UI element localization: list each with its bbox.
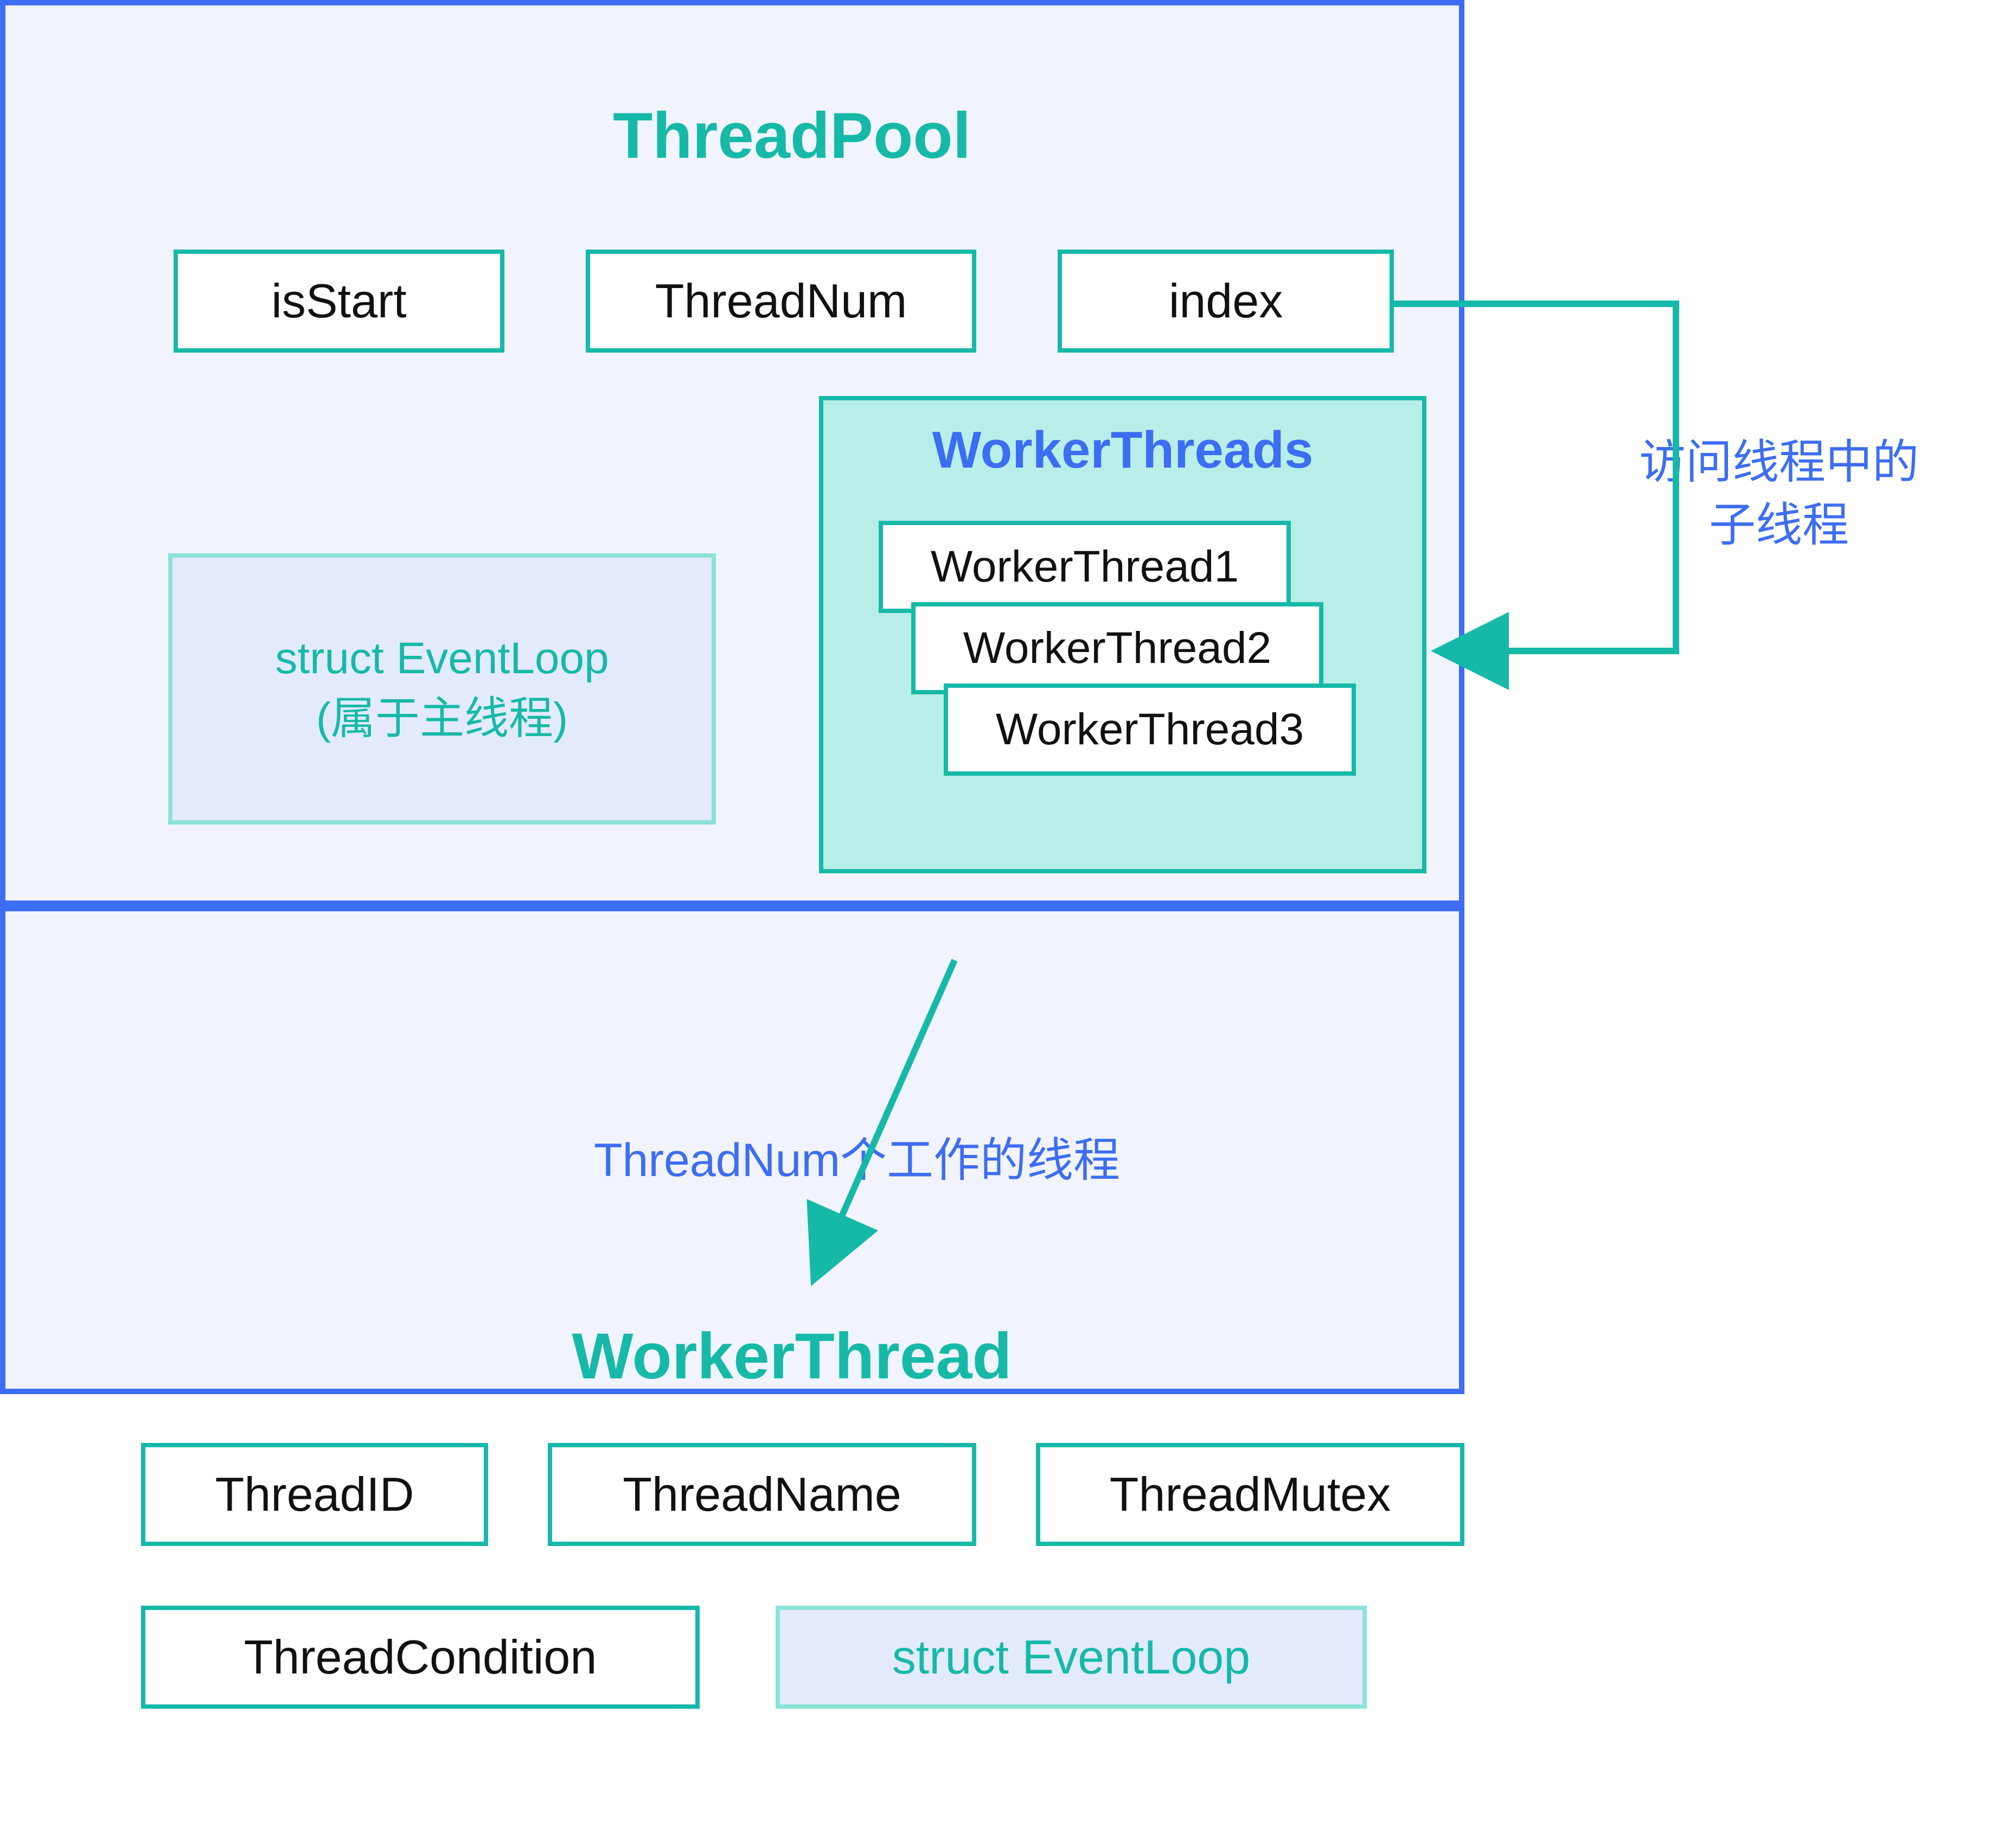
workerthreads-title: WorkerThreads	[819, 418, 1426, 483]
field-threadname: ThreadName	[548, 1443, 976, 1546]
field-threadid: ThreadID	[141, 1443, 488, 1546]
eventloop-worker: struct EventLoop	[776, 1606, 1367, 1709]
side-label-line2: 子线程	[1709, 494, 1849, 557]
field-threadnum: ThreadNum	[586, 250, 976, 353]
field-threadcondition: ThreadCondition	[141, 1606, 700, 1709]
eventloop-main: struct EventLoop (属于主线程)	[168, 553, 716, 825]
field-threadmutex: ThreadMutex	[1036, 1443, 1464, 1546]
eventloop-main-line2: (属于主线程)	[316, 689, 568, 749]
field-isstart: isStart	[174, 250, 504, 353]
threadpool-title: ThreadPool	[65, 92, 1519, 179]
mid-label-threadnum-workers: ThreadNum个工作的线程	[532, 1117, 1182, 1193]
workerthread-title: WorkerThread	[65, 1313, 1519, 1400]
diagram-canvas: ThreadPool isStart ThreadNum index struc…	[0, 0, 2016, 1827]
field-index: index	[1058, 250, 1394, 353]
workerthread-card-3: WorkerThread3	[944, 683, 1356, 776]
workerthread-card-2: WorkerThread2	[911, 602, 1323, 694]
eventloop-main-line1: struct EventLoop	[275, 629, 609, 689]
workerthread-card-1: WorkerThread1	[879, 521, 1291, 613]
side-label-line1: 访问线程中的	[1639, 431, 1919, 494]
side-label-access-thread: 访问线程中的 子线程	[1584, 423, 1974, 564]
